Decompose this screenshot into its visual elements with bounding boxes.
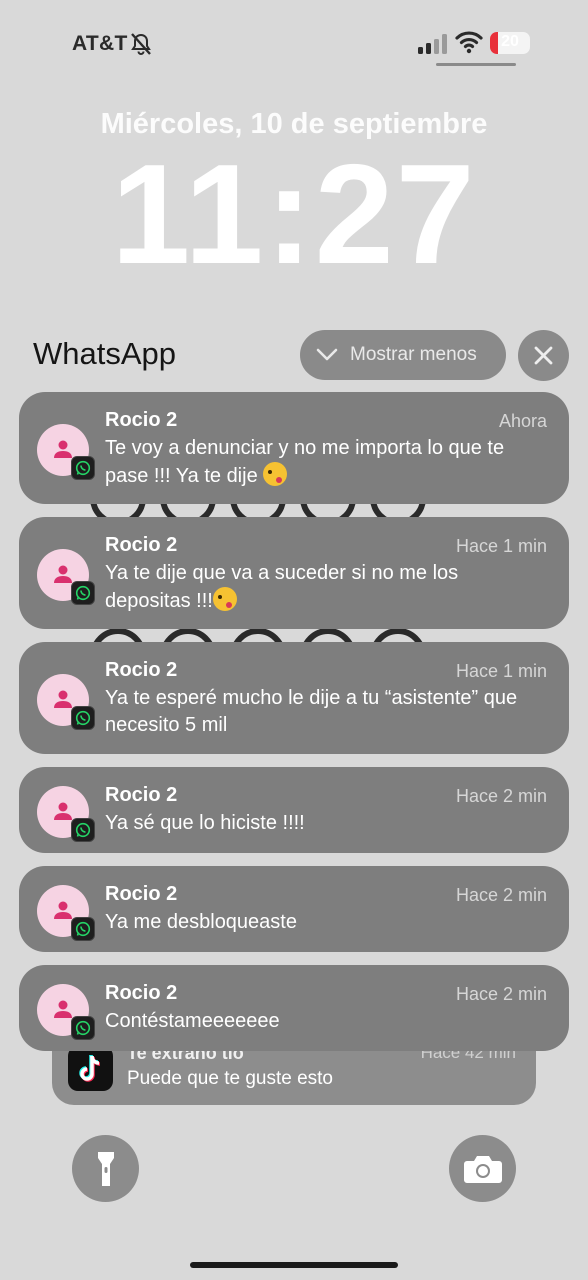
notification-sender: Rocio 2 bbox=[105, 534, 178, 556]
tiktok-icon bbox=[68, 1046, 113, 1091]
notification-time: Hace 2 min bbox=[455, 786, 547, 806]
kissing-heart-emoji bbox=[212, 587, 237, 611]
kissing-heart-emoji bbox=[263, 462, 288, 486]
battery-icon: 20 bbox=[490, 32, 530, 54]
notification-message: Ya te dije que va a suceder si no me los… bbox=[105, 562, 459, 612]
notification-card[interactable]: Rocio 2 Hace 2 min Contéstameeeeeee bbox=[19, 965, 569, 1051]
camera-icon bbox=[463, 1155, 502, 1183]
clear-group-button[interactable] bbox=[518, 330, 569, 381]
home-indicator[interactable] bbox=[190, 1262, 398, 1268]
tiktok-notification-body: Puede que te guste esto bbox=[127, 1068, 333, 1089]
whatsapp-icon bbox=[71, 456, 95, 480]
notification-time: Hace 2 min bbox=[455, 984, 547, 1004]
flashlight-button[interactable] bbox=[72, 1135, 139, 1202]
notification-center-handle[interactable] bbox=[436, 63, 516, 66]
whatsapp-icon bbox=[71, 818, 95, 842]
carrier-label: AT&T bbox=[72, 32, 128, 55]
notification-card[interactable]: Rocio 2 Hace 1 min Ya te dije que va a s… bbox=[19, 517, 569, 629]
notification-sender: Rocio 2 bbox=[105, 409, 178, 431]
lock-screen-time: 11:27 bbox=[111, 135, 477, 294]
whatsapp-icon bbox=[71, 581, 95, 605]
notification-card[interactable]: Rocio 2 Ahora Te voy a denunciar y no me… bbox=[19, 392, 569, 504]
notification-message: Ya me desbloqueaste bbox=[105, 911, 297, 933]
notification-group-title: WhatsApp bbox=[33, 336, 177, 371]
camera-button[interactable] bbox=[449, 1135, 516, 1202]
whatsapp-icon bbox=[71, 706, 95, 730]
notification-message: Contéstameeeeeee bbox=[105, 1010, 280, 1032]
show-less-button[interactable]: Mostrar menos bbox=[300, 330, 506, 380]
notification-time: Hace 1 min bbox=[455, 661, 547, 681]
notification-time: Hace 2 min bbox=[455, 885, 547, 905]
notification-card[interactable]: Rocio 2 Hace 2 min Ya sé que lo hiciste … bbox=[19, 767, 569, 853]
notification-card[interactable]: Rocio 2 Hace 1 min Ya te esperé mucho le… bbox=[19, 642, 569, 754]
cellular-signal-icon bbox=[418, 34, 448, 54]
notification-time: Ahora bbox=[498, 411, 547, 431]
close-icon bbox=[534, 346, 553, 365]
whatsapp-icon bbox=[71, 917, 95, 941]
status-bar: AT&T 20 bbox=[0, 28, 588, 62]
notification-message: Ya te esperé mucho le dije a tu “asisten… bbox=[105, 687, 518, 736]
show-less-label: Mostrar menos bbox=[350, 344, 477, 365]
notification-sender: Rocio 2 bbox=[105, 784, 178, 806]
notification-message: Te voy a denunciar y no me importa lo qu… bbox=[105, 437, 505, 487]
whatsapp-icon bbox=[71, 1016, 95, 1040]
chevron-down-icon bbox=[316, 348, 338, 361]
notification-sender: Rocio 2 bbox=[105, 883, 178, 905]
notification-sender: Rocio 2 bbox=[105, 659, 178, 681]
notification-time: Hace 1 min bbox=[455, 536, 547, 556]
notification-card[interactable]: Rocio 2 Hace 2 min Ya me desbloqueaste bbox=[19, 866, 569, 952]
flashlight-icon bbox=[97, 1151, 114, 1186]
battery-level: 20 bbox=[501, 33, 519, 50]
wifi-icon bbox=[455, 30, 483, 54]
notification-message: Ya sé que lo hiciste !!!! bbox=[105, 812, 305, 834]
bell-slash-icon bbox=[130, 32, 152, 56]
notification-sender: Rocio 2 bbox=[105, 982, 178, 1004]
